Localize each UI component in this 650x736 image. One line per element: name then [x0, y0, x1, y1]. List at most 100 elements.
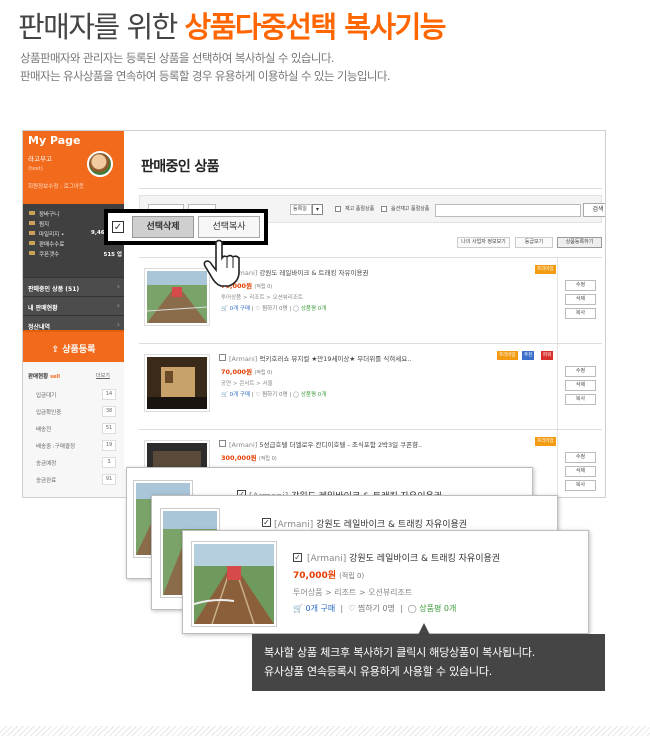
railbike-photo	[193, 544, 274, 625]
copied-product-card-front: ✓ [Armani] 강원도 레일바이크 & 트래킹 자유이용권 70,000원…	[182, 530, 589, 634]
sales-row[interactable]: 송금예정 3	[28, 454, 116, 471]
product-title[interactable]: [Armani] 5성급호텔 더엘로우 칸디이호텔 - 조식포함 2박3일 쿠폰…	[229, 439, 422, 449]
cart-icon: 🛒	[293, 604, 303, 613]
copy-button[interactable]: 복사	[565, 480, 596, 491]
grade-button[interactable]: 등급보기	[515, 237, 553, 248]
power-badge: 파워	[541, 351, 554, 360]
product-thumbnail[interactable]	[144, 268, 210, 326]
fee-icon	[29, 241, 35, 245]
coin-icon	[29, 231, 35, 235]
card-thumbnail	[191, 541, 277, 627]
sales-row[interactable]: 배송전 51	[28, 420, 116, 437]
card-title: [Armani] 강원도 레일바이크 & 트래킹 자유이용권	[274, 520, 468, 530]
seller-info-button[interactable]: 나의 사업자 정보보기	[457, 237, 510, 248]
edit-button[interactable]: 수정	[565, 366, 596, 377]
copy-button[interactable]: 복사	[565, 308, 596, 319]
footer-divider	[0, 726, 650, 736]
description-line-1: 상품판매자와 관리자는 등록된 상품을 선택하여 복사하실 수 있습니다.	[20, 51, 334, 65]
product-actions: 수정 삭제 복사	[557, 258, 602, 344]
sales-status-title: 판매현황 sell	[28, 374, 60, 380]
product-category: 투어상품 > 리조트 > 오션뷰리조트	[221, 295, 303, 301]
product-checkbox[interactable]	[219, 440, 226, 447]
comment-icon: ◯	[292, 392, 300, 398]
user-id: (test)	[28, 166, 43, 172]
product-actions: 수정 삭제 복사	[557, 344, 602, 430]
product-meta: 🛒 0개 구매 | ♡ 찜하기 0명 | ◯ 상품평 0개	[221, 392, 327, 398]
heart-icon: ♡	[255, 392, 261, 398]
copy-selected-button[interactable]: 선택복사	[198, 216, 260, 238]
sales-status-panel: 판매현황 sell 더보기 입금대기 14 입금확인중 38 배송전 51 배송중 :…	[23, 362, 124, 497]
tooltip-line-1: 복사할 상품 체크후 복사하기 클릭시 해당상품이 복사됩니다.	[264, 646, 536, 659]
mypage-screenshot: My Page 라고부고 (test) 회원정보수정 : 로그아웃 장바구니7 …	[22, 130, 606, 498]
comment-icon: ◯	[292, 306, 300, 312]
sales-row[interactable]: 송금완료 91	[28, 471, 116, 488]
product-category: 공연 > 콘서트 > 서울	[221, 381, 273, 387]
cart-icon: 🛒	[221, 392, 228, 398]
page-headline: 판매자를 위한 상품다중선택 복사기능	[18, 4, 447, 46]
product-thumbnail[interactable]	[144, 354, 210, 412]
sales-row[interactable]: 입금대기 14	[28, 386, 116, 403]
cart-icon: 🛒	[221, 306, 228, 312]
card-meta: 🛒 0개 구매 | ♡ 찜하기 0명 | ◯ 상품평 0개	[293, 604, 457, 613]
card-price: 70,000원 (적립 0)	[293, 571, 365, 581]
headline-highlight: 상품다중선택 복사기능	[184, 10, 447, 44]
product-row: [Armani] 럭키호러쇼 뮤지컬 ★만19세이상★ 무더위를 식혀세요.. …	[139, 343, 602, 430]
stat-row[interactable]: 쿠폰갯수 515 업	[23, 248, 124, 258]
select-all-checkbox[interactable]: ✓	[112, 221, 124, 233]
selection-toolbar-callout: ✓ 선택삭제 선택복사	[104, 209, 268, 245]
pointer-hand-icon	[203, 239, 240, 287]
soldout-label: 재고 품절상품	[345, 206, 375, 212]
divider	[139, 188, 602, 189]
search-button[interactable]: 검색	[583, 203, 605, 217]
delete-selected-button[interactable]: 선택삭제	[132, 216, 194, 238]
sales-row[interactable]: 배송중 :구매결정 19	[28, 437, 116, 454]
upload-icon: ⇪	[51, 345, 63, 355]
card-checkbox[interactable]: ✓	[293, 553, 302, 562]
delete-button[interactable]: 삭제	[565, 380, 596, 391]
product-checkbox[interactable]	[219, 354, 226, 361]
sales-more-link[interactable]: 더보기	[96, 372, 110, 379]
sidebar: My Page 라고부고 (test) 회원정보수정 : 로그아웃 장바구니7 …	[23, 131, 124, 497]
edit-button[interactable]: 수정	[565, 452, 596, 463]
card-category: 투어상품 > 리조트 > 오션뷰리조트	[293, 588, 413, 597]
user-name: 라고부고	[28, 155, 52, 163]
page-title: 판매중인 상품	[141, 159, 220, 175]
sidebar-item-selling[interactable]: 판매중인 상품 (51)	[23, 277, 124, 296]
headline-prefix: 판매자를 위한	[18, 10, 178, 44]
heart-icon: ♡	[255, 306, 261, 312]
coupon-icon	[29, 251, 35, 255]
sales-row[interactable]: 입금확인중 38	[28, 403, 116, 420]
edit-button[interactable]: 수정	[565, 280, 596, 291]
product-meta: 🛒 0개 구매 | ♡ 찜하기 0명 | ◯ 상품평 0개	[221, 306, 327, 312]
railbike-photo	[146, 271, 208, 323]
delete-button[interactable]: 삭제	[565, 294, 596, 305]
soldout-checkbox[interactable]	[335, 206, 341, 212]
sort-select[interactable]: 등록일	[290, 204, 312, 215]
avatar	[87, 151, 113, 177]
sidebar-profile: My Page 라고부고 (test) 회원정보수정 : 로그아웃	[23, 131, 124, 204]
search-input[interactable]	[435, 204, 581, 217]
tooltip-line-2: 유사상품 연속등록시 유용하게 사용할 수 있습니다.	[264, 665, 493, 678]
option-soldout-checkbox[interactable]	[381, 206, 387, 212]
product-title[interactable]: [Armani] 강원도 레일바이크 & 트래킹 자유이용권	[229, 267, 368, 277]
help-tooltip: 복사할 상품 체크후 복사하기 클릭시 해당상품이 복사됩니다. 유사상품 연속…	[252, 634, 605, 691]
sidebar-item-sales-status[interactable]: 내 판매현황	[23, 296, 124, 315]
premium-badge: 프리미엄	[535, 437, 556, 446]
register-link-button[interactable]: 상품등록하기	[557, 237, 602, 248]
comment-icon: ◯	[407, 604, 417, 613]
register-product-button[interactable]: ⇪ 상품등록	[23, 330, 124, 362]
product-title[interactable]: [Armani] 럭키호러쇼 뮤지컬 ★만19세이상★ 무더위를 식혀세요..	[229, 353, 411, 363]
account-links[interactable]: 회원정보수정 : 로그아웃	[28, 182, 84, 190]
bookmark-icon	[29, 221, 35, 225]
card-checkbox[interactable]: ✓	[262, 518, 271, 527]
chevron-down-icon[interactable]: ▾	[312, 204, 323, 215]
product-price: 70,000원 (적립 0)	[221, 368, 273, 376]
description-line-2: 판매자는 유사상품을 연속하여 등록할 경우 유용하게 이용하실 수 있는 기능…	[20, 69, 390, 83]
sidebar-title: My Page	[28, 134, 81, 147]
delete-button[interactable]: 삭제	[565, 466, 596, 477]
option-soldout-label: 옵션재고 품절상품	[391, 206, 430, 212]
copy-button[interactable]: 복사	[565, 394, 596, 405]
theater-photo	[147, 357, 207, 409]
heart-icon: ♡	[348, 604, 356, 613]
product-actions: 수정 삭제 복사	[557, 430, 602, 497]
